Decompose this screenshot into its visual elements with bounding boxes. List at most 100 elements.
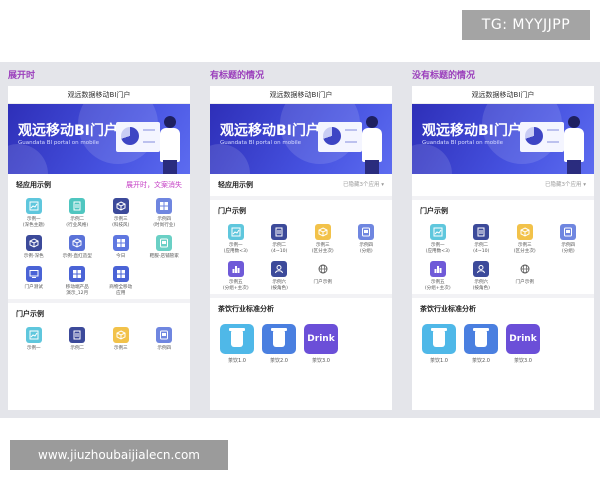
app-tile-label: 示例一 — [26, 345, 41, 351]
banner-subtitle: Guandata BI portal on mobile — [220, 140, 302, 146]
app-tile-label: 示例五 (分组+主次) — [222, 279, 249, 291]
app-tile-label: 移动端产品 演示_12月 — [65, 284, 89, 296]
drink-logo-text: Drink — [509, 333, 537, 344]
app-grid: 示例一 示例二 示例三 示例四 — [8, 325, 190, 354]
group-title: 门户示例 — [16, 309, 44, 318]
app-tile[interactable]: 示例-深色 — [12, 234, 56, 260]
portal-banner[interactable]: 观远移动BI门户 Guandata BI portal on mobile — [210, 104, 392, 174]
app-tile[interactable]: 示例一 (应用数<3) — [214, 224, 258, 255]
tea-app-tile[interactable]: 茶饮2.0 — [262, 323, 296, 364]
bars-illustration — [547, 129, 559, 143]
bars-icon — [227, 260, 244, 277]
app-tile-label: 示例二 — [70, 345, 85, 351]
app-tile[interactable]: 示例二 — [56, 326, 100, 352]
app-tile-label: 商物全移动 应用 — [109, 284, 133, 296]
group-collapse-toggle[interactable]: 展开时，文案消失 — [126, 174, 182, 196]
portal-banner[interactable]: 观远移动BI门户 Guandata BI portal on mobile — [412, 104, 594, 174]
app-grid: 示例一 (应用数<3) 示例二 (4~10) 示例三 (区分主次) 示例四 (分组) 示… — [412, 222, 594, 294]
card-icon — [156, 234, 173, 251]
app-tile[interactable]: 示例四 — [143, 326, 187, 352]
user-icon — [271, 260, 288, 277]
chart-icon — [429, 224, 446, 240]
app-tile[interactable]: 门户测试 — [12, 265, 56, 297]
banner-decoration — [412, 144, 452, 174]
app-tile-label: 示例六 (按角色) — [270, 279, 288, 291]
person-head — [568, 116, 580, 128]
cup-icon — [220, 323, 254, 354]
cube-icon — [112, 198, 129, 214]
group-header: 已隐藏3个应用 ▾ — [412, 174, 594, 196]
app-tile[interactable]: 示例二 (4~10) — [258, 224, 302, 255]
doc-icon — [473, 224, 490, 240]
app-tile[interactable]: 示例二 (4~10) — [460, 224, 504, 255]
person-head — [164, 116, 176, 128]
tea-app-tile[interactable]: Drink 茶饮3.0 — [304, 323, 338, 364]
cup-icon — [262, 323, 296, 354]
pie-chart-illustration — [525, 127, 543, 145]
app-tile-label: 示例四 (分组) — [561, 243, 576, 254]
group-collapse-toggle[interactable]: 已隐藏3个应用 ▾ — [343, 174, 384, 196]
app-tile[interactable]: 示例三 — [99, 326, 143, 352]
app-tile-label: 示例三 (科技风) — [112, 217, 130, 228]
bars-illustration — [345, 129, 357, 143]
doc-icon — [271, 224, 288, 240]
app-tile[interactable]: 示例一 — [12, 326, 56, 352]
app-tile-label: 示例一 (应用数<3) — [223, 243, 248, 254]
doc-icon — [69, 326, 86, 343]
bars-illustration — [143, 129, 155, 143]
app-tile[interactable]: 示例四 (分组) — [345, 224, 389, 255]
app-tile[interactable]: 示例一 (深色主题) — [12, 198, 56, 229]
globe-icon — [517, 261, 533, 277]
app-tile[interactable]: 示例-直红造型 — [56, 234, 100, 260]
tea-app-tile[interactable]: 茶饮1.0 — [422, 323, 456, 364]
app-tile-label: 示例五 (分组+主次) — [424, 279, 451, 291]
app-tile[interactable]: 示例六 (按角色) — [460, 260, 504, 292]
drink-logo-icon: Drink — [304, 323, 338, 354]
tea-app-label: 茶饮3.0 — [514, 357, 532, 364]
tea-app-tile[interactable]: 茶饮2.0 — [464, 323, 498, 364]
app-tile[interactable]: 示例二 (行业风格) — [56, 198, 100, 229]
app-tile[interactable]: 今日 — [99, 234, 143, 260]
tea-app-label: 茶饮1.0 — [228, 357, 246, 364]
phone-title: 观远数据移动BI门户 — [210, 86, 392, 104]
app-tile-label: 示例-直红造型 — [62, 253, 92, 259]
app-tile[interactable]: 示例四 (分组) — [547, 224, 591, 255]
banner-title: 观远移动BI门户 — [18, 123, 118, 139]
app-tile[interactable]: 商物全移动 应用 — [99, 265, 143, 297]
app-tile[interactable]: 示例六 (按角色) — [258, 260, 302, 292]
chart-icon — [25, 198, 42, 214]
bars-icon — [429, 260, 446, 277]
app-tile-label: 示例二 (4~10) — [473, 243, 490, 254]
section-title-with-title: 有标题的情况 — [210, 71, 265, 81]
app-tile-label: 今日 — [116, 253, 126, 259]
app-tile[interactable]: 示例三 (区分主次) — [503, 224, 547, 255]
app-tile[interactable]: 移动端产品 演示_12月 — [56, 265, 100, 297]
app-tile[interactable]: 示例三 (区分主次) — [301, 224, 345, 255]
app-tile[interactable]: 示例四 (时尚行业) — [143, 198, 187, 229]
app-tile[interactable]: 示例一 (应用数<3) — [416, 224, 460, 255]
cup-shape — [229, 327, 245, 347]
group-header: 门户示例 — [412, 200, 594, 222]
app-tile[interactable]: 门户示例 — [301, 261, 345, 292]
app-tile[interactable]: 示例五 (分组+主次) — [416, 260, 460, 292]
url-watermark: www.jiuzhoubaijialecn.com — [10, 440, 228, 470]
app-tile[interactable]: 门户示例 — [503, 261, 547, 292]
banner-title: 观远移动BI门户 — [422, 123, 522, 139]
app-tile[interactable]: 示例五 (分组+主次) — [214, 260, 258, 292]
app-tile[interactable]: 示例三 (科技风) — [99, 198, 143, 229]
portal-banner[interactable]: 观远移动BI门户 Guandata BI portal on mobile — [8, 104, 190, 174]
person-head — [366, 116, 378, 128]
tea-app-tile[interactable]: Drink 茶饮3.0 — [506, 323, 540, 364]
person-legs — [163, 160, 177, 174]
app-tile-label: 示例二 (行业风格) — [66, 217, 89, 228]
group-header: 门户示例 — [8, 303, 190, 325]
phone-title: 观远数据移动BI门户 — [412, 86, 594, 104]
app-tile[interactable]: 鞋服-店铺管家 — [143, 234, 187, 260]
app-tile-label: 示例四 (时尚行业) — [153, 217, 176, 228]
tea-app-tile[interactable]: 茶饮1.0 — [220, 323, 254, 364]
pie-chart-illustration — [121, 127, 139, 145]
cup-shape — [473, 327, 489, 347]
group-collapse-toggle[interactable]: 已隐藏3个应用 ▾ — [545, 174, 586, 196]
drink-logo-text: Drink — [307, 333, 335, 344]
app-grid: 示例一 (应用数<3) 示例二 (4~10) 示例三 (区分主次) 示例四 (分组) 示… — [210, 222, 392, 294]
